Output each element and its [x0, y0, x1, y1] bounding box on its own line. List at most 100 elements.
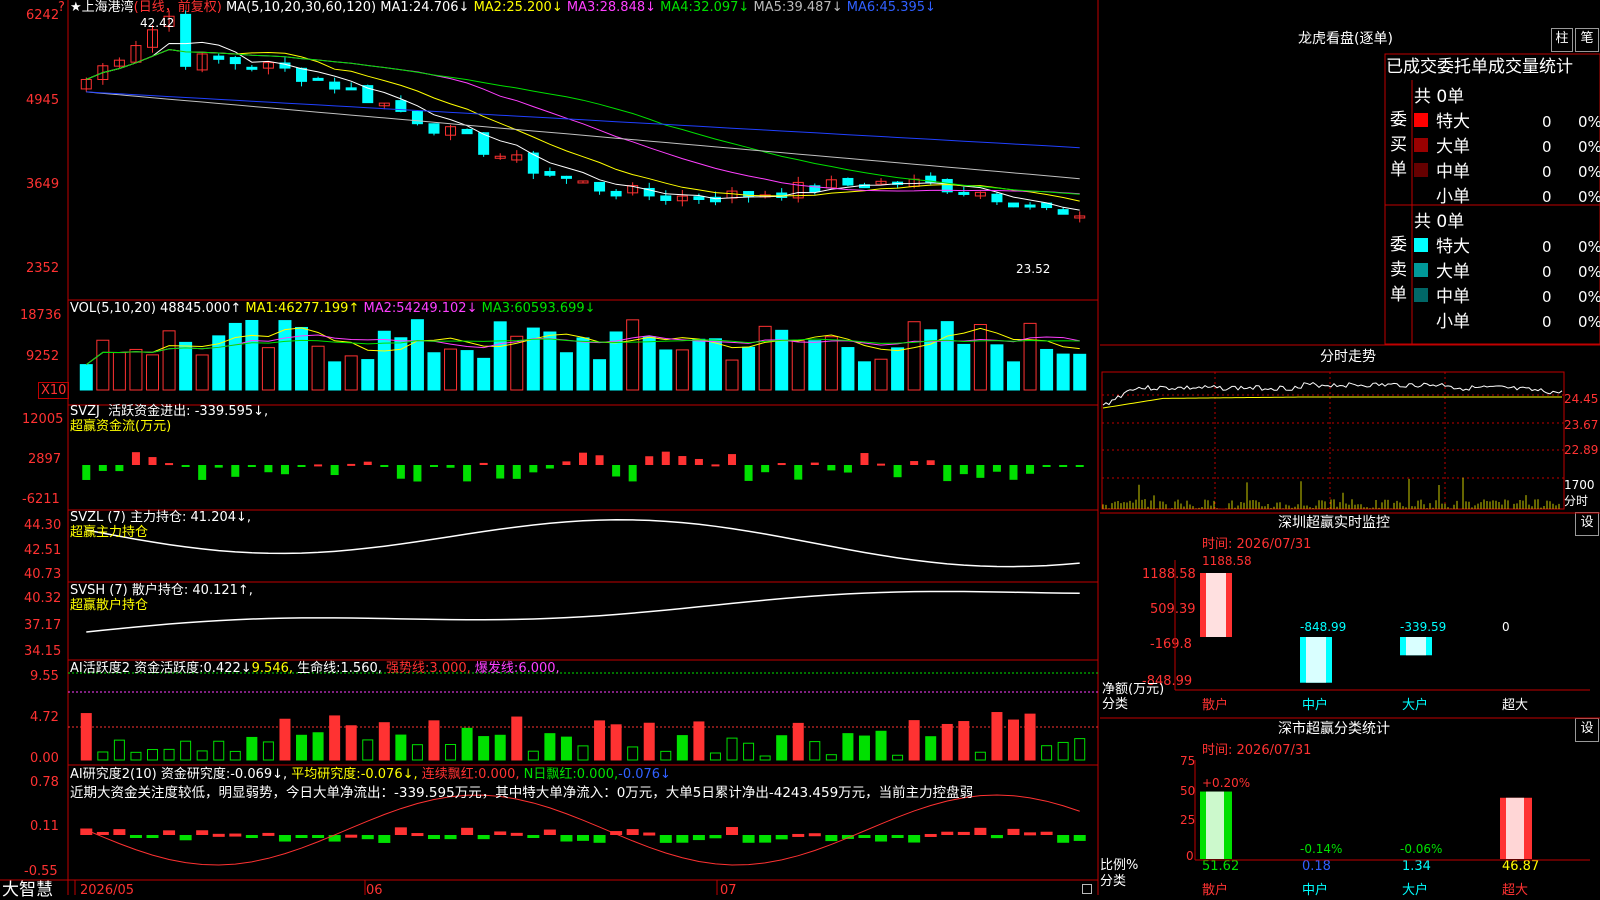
activity-bar	[527, 750, 539, 761]
volume-bar	[924, 329, 938, 391]
candle-body	[1007, 202, 1019, 208]
main-position-line	[86, 519, 1080, 568]
research-bar	[179, 835, 192, 841]
activity-bar	[262, 741, 274, 761]
candle-body	[428, 123, 440, 134]
volume-bar	[361, 359, 375, 391]
vol-ma2-name: MA2:	[363, 301, 397, 316]
research-bar	[245, 835, 258, 838]
ai1-ytick: 4.72	[30, 710, 59, 725]
flow-bar	[115, 465, 124, 472]
order-count: 0	[1542, 138, 1552, 156]
order-pct: 0%	[1578, 188, 1600, 206]
activity-bar	[445, 744, 457, 761]
order-swatch	[1414, 263, 1428, 277]
order-count: 0	[1542, 263, 1552, 281]
activity-bar	[693, 721, 705, 761]
activity-bar	[858, 735, 870, 761]
order-swatch	[1414, 163, 1428, 177]
volume-bar	[328, 361, 342, 391]
activity-bar	[875, 730, 887, 761]
flow-bar	[810, 462, 819, 465]
flow-bar	[761, 465, 770, 473]
candle-body	[560, 175, 572, 179]
research-bar	[444, 835, 457, 840]
intraday-avg-line	[1102, 396, 1562, 409]
activity-bar	[1024, 713, 1036, 761]
order-name: 小单	[1436, 312, 1470, 332]
flow-bar	[1042, 465, 1051, 467]
candle-body	[594, 181, 606, 192]
activity-bar	[759, 755, 771, 761]
side-label: 买	[1390, 135, 1407, 155]
flow-bar	[330, 465, 339, 476]
order-name: 特大	[1436, 237, 1470, 257]
ai2-ytick: -0.55	[24, 864, 58, 879]
research-bar	[196, 830, 209, 835]
svzj-ytick: 12005	[22, 412, 64, 427]
volume-bar	[1073, 353, 1087, 391]
price-header: ★上海港湾(日线，前复权) MA(5,10,20,30,60,120) MA1:…	[70, 0, 936, 15]
candle-body	[1057, 209, 1069, 215]
order-count: 0	[1542, 288, 1552, 306]
activity-bar	[180, 740, 192, 761]
lock-icon[interactable]	[1082, 884, 1092, 894]
order-swatch	[1414, 288, 1428, 302]
xaxis-label: 06	[366, 883, 383, 898]
volume-bar	[708, 338, 722, 391]
research-bar	[875, 835, 888, 842]
vol-ma1-name: MA1:	[245, 301, 279, 316]
research-bar	[974, 827, 987, 835]
flow-bar	[347, 463, 356, 466]
price-ytick: 6242	[26, 8, 60, 23]
volume-bar	[526, 327, 540, 391]
ai1-label: AI活跃度2	[70, 661, 130, 676]
activity-bar	[610, 724, 622, 761]
flow-bar	[744, 465, 753, 481]
ai2-item-name: 连续飘红:	[421, 767, 479, 782]
volume-bar	[245, 319, 259, 391]
volume-bar	[444, 348, 458, 391]
order-name: 大单	[1436, 137, 1470, 157]
research-bar	[924, 833, 937, 837]
ma1-value: 24.706↓	[413, 0, 470, 15]
brand-logo: 大智慧	[2, 880, 53, 900]
high-label: 42.42	[140, 16, 175, 30]
flow-bar	[777, 463, 786, 466]
activity-bar	[461, 727, 473, 761]
flow-bar	[496, 465, 505, 479]
ai1-item-value: 0.422↓	[203, 661, 252, 676]
volume-bar	[460, 350, 474, 391]
volume-bar	[477, 357, 491, 391]
ma6-value: 45.395↓	[879, 0, 936, 15]
flow-bar	[529, 465, 538, 473]
volume-bar	[940, 321, 954, 391]
chart-area[interactable]	[0, 0, 1100, 900]
flow-bar	[1009, 465, 1018, 480]
activity-bar	[776, 735, 788, 761]
ai1-item-name: 生命线:	[297, 661, 341, 676]
monitor-bar-shine	[1306, 637, 1326, 683]
research-bar	[1057, 835, 1070, 843]
svzj-ytick: -6211	[22, 492, 60, 507]
side-panels: 委买单共 0单特大 0 0%大单 0 0%中单 0 0%小单 0 0%委卖单共 0单特大 0 0%大…	[1100, 53, 1600, 861]
research-bar	[676, 835, 689, 843]
flow-bar	[446, 465, 455, 468]
activity-bar	[991, 712, 1003, 761]
flow-bar	[413, 465, 422, 482]
research-bar	[593, 835, 606, 843]
volume-bar	[1040, 348, 1054, 391]
research-bar	[792, 833, 805, 837]
order-count: 0	[1542, 238, 1552, 256]
activity-bar	[229, 750, 241, 761]
volume-bar	[626, 319, 640, 391]
flow-bar	[463, 465, 472, 482]
candle-body	[180, 13, 192, 67]
ai2-label: AI研究度2(10)	[70, 767, 157, 782]
svzj-header: SVZJ 活跃资金进出: -339.595↓,	[70, 404, 268, 419]
volume-bar	[791, 340, 805, 391]
svsh-name: 散户持仓:	[131, 583, 189, 598]
volume-bar	[990, 344, 1004, 391]
activity-bar	[825, 754, 837, 761]
ai1-header: AI活跃度2 资金活跃度:0.422↓9.546, 生命线:1.560, 强势线…	[70, 661, 560, 676]
